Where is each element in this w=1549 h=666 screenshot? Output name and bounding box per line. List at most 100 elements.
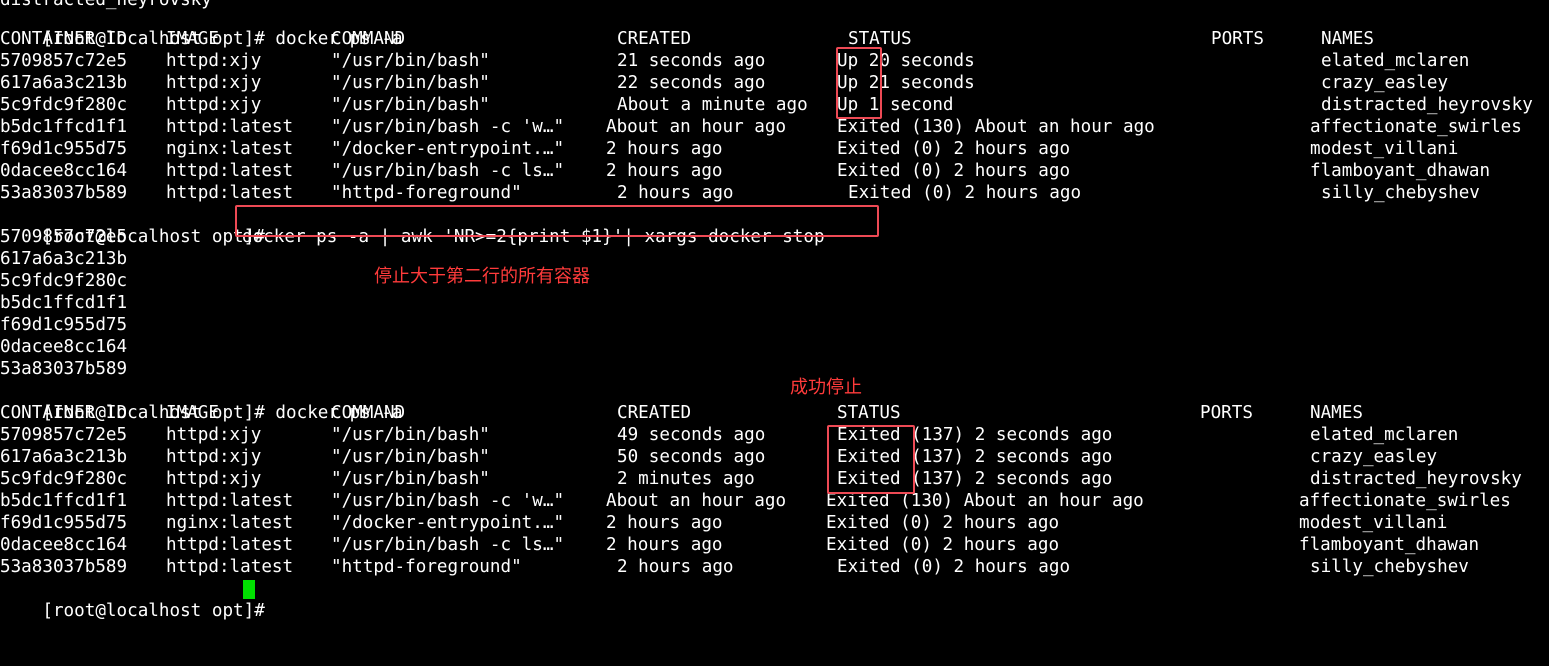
cell-created: 2 hours ago <box>606 139 723 159</box>
highlight-box-up-status <box>836 47 882 119</box>
header-names: NAMES <box>1310 403 1363 423</box>
prompt-line-final[interactable]: [root@localhost opt]# <box>0 578 300 621</box>
cell-created: 49 seconds ago <box>617 425 766 445</box>
cell-container-id: 0dacee8cc164 <box>0 535 128 555</box>
cell-command: "/usr/bin/bash" <box>331 425 490 445</box>
cell-container-id: 5c9fdc9f280c <box>0 469 128 489</box>
cell-command: "httpd-foreground" <box>331 557 522 577</box>
cell-image: httpd:latest <box>166 557 294 577</box>
table-row: 0dacee8cc164 httpd:latest "/usr/bin/bash -… <box>0 160 1549 182</box>
text-cursor <box>243 580 255 599</box>
cell-command: "/usr/bin/bash -c ls…" <box>331 161 565 181</box>
cell-created: 2 minutes ago <box>617 469 755 489</box>
cell-names: crazy_easley <box>1310 447 1438 467</box>
cell-status: Exited (0) 2 hours ago <box>837 557 1071 577</box>
terminal-window[interactable]: distracted_heyrovsky [root@localhost opt… <box>0 0 1549 621</box>
cell-status: Exited (0) 2 hours ago <box>826 535 1060 555</box>
shell-prompt: [root@localhost opt]# <box>42 601 265 621</box>
cell-container-id: 5c9fdc9f280c <box>0 95 128 115</box>
cell-command: "/usr/bin/bash -c 'w…" <box>331 117 565 137</box>
header-image: IMAGE <box>166 29 219 49</box>
cell-names: affectionate_swirles <box>1310 117 1522 137</box>
cell-command: "/usr/bin/bash" <box>331 73 490 93</box>
cell-container-id: 617a6a3c213b <box>0 447 128 467</box>
cell-created: About an hour ago <box>606 491 787 511</box>
cell-created: 21 seconds ago <box>617 51 766 71</box>
cell-status: Exited (0) 2 hours ago <box>826 513 1060 533</box>
cell-names: elated_mclaren <box>1321 51 1470 71</box>
cell-created: 2 hours ago <box>617 183 734 203</box>
prompt-line-1: [root@localhost opt]# docker ps -a <box>0 6 402 49</box>
cell-container-id: f69d1c955d75 <box>0 513 128 533</box>
cell-container-id: 5709857c72e5 <box>0 425 128 445</box>
cell-image: httpd:xjy <box>166 51 262 71</box>
cell-image: httpd:xjy <box>166 73 262 93</box>
stopped-container-id: 617a6a3c213b <box>0 249 128 269</box>
cell-container-id: 53a83037b589 <box>0 183 128 203</box>
cell-created: 2 hours ago <box>606 513 723 533</box>
highlight-box-exited-status <box>827 425 915 494</box>
header-ports: PORTS <box>1200 403 1253 423</box>
cell-image: httpd:latest <box>166 491 294 511</box>
header-created: CREATED <box>617 403 692 423</box>
table-row: 53a83037b589 httpd:latest "httpd-foregroun… <box>0 556 1549 578</box>
table-row: 617a6a3c213b httpd:xjy "/usr/bin/bash" 22 s… <box>0 72 1549 94</box>
cell-created: 2 hours ago <box>606 161 723 181</box>
table-row: 5709857c72e5 httpd:xjy "/usr/bin/bash" 21 s… <box>0 50 1549 72</box>
cell-status: Exited (130) About an hour ago <box>837 117 1155 137</box>
table-row: 617a6a3c213b httpd:xjy "/usr/bin/bash" 50 s… <box>0 446 1549 468</box>
header-command: COMMAND <box>331 29 406 49</box>
cell-created: 2 hours ago <box>606 535 723 555</box>
cell-names: modest_villani <box>1310 139 1459 159</box>
cell-command: "httpd-foreground" <box>331 183 522 203</box>
cell-names: elated_mclaren <box>1310 425 1459 445</box>
header-ports: PORTS <box>1211 29 1264 49</box>
cell-names: distracted_heyrovsky <box>1310 469 1522 489</box>
highlight-box-stop-command <box>235 205 879 237</box>
cell-names: affectionate_swirles <box>1299 491 1511 511</box>
cell-names: distracted_heyrovsky <box>1321 95 1533 115</box>
cell-command: "/usr/bin/bash" <box>331 51 490 71</box>
stopped-container-id: 0dacee8cc164 <box>0 337 128 357</box>
prompt-line-3: [root@localhost opt]# docker ps -a <box>0 380 402 423</box>
cell-created: 50 seconds ago <box>617 447 766 467</box>
cell-container-id: b5dc1ffcd1f1 <box>0 117 128 137</box>
cell-names: silly_chebyshev <box>1310 557 1469 577</box>
header-status: STATUS <box>837 403 901 423</box>
cell-image: nginx:latest <box>166 139 294 159</box>
cell-created: 2 hours ago <box>617 557 734 577</box>
header-container-id: CONTAINER ID <box>0 403 128 423</box>
cell-container-id: 617a6a3c213b <box>0 73 128 93</box>
cell-image: httpd:xjy <box>166 95 262 115</box>
table-row: b5dc1ffcd1f1 httpd:latest "/usr/bin/bash -… <box>0 116 1549 138</box>
cell-names: silly_chebyshev <box>1321 183 1480 203</box>
cell-container-id: 0dacee8cc164 <box>0 161 128 181</box>
cell-image: httpd:xjy <box>166 469 262 489</box>
cell-command: "/usr/bin/bash" <box>331 469 490 489</box>
cell-command: "/usr/bin/bash" <box>331 95 490 115</box>
table-row: 5709857c72e5 httpd:xjy "/usr/bin/bash" 49 s… <box>0 424 1549 446</box>
cell-image: httpd:xjy <box>166 425 262 445</box>
cell-image: httpd:latest <box>166 535 294 555</box>
annotation-stop-containers: 停止大于第二行的所有容器 <box>374 266 590 287</box>
annotation-stopped-success: 成功停止 <box>790 377 862 398</box>
table-row: 5c9fdc9f280c httpd:xjy "/usr/bin/bash" Abou… <box>0 94 1549 116</box>
cell-created: About an hour ago <box>606 117 787 137</box>
table-row: b5dc1ffcd1f1 httpd:latest "/usr/bin/bash -… <box>0 490 1549 512</box>
cell-command: "/usr/bin/bash" <box>331 447 490 467</box>
cell-command: "/docker-entrypoint.…" <box>331 139 565 159</box>
table-row: 5c9fdc9f280c httpd:xjy "/usr/bin/bash" 2 mi… <box>0 468 1549 490</box>
table-row: 0dacee8cc164 httpd:latest "/usr/bin/bash -… <box>0 534 1549 556</box>
stopped-container-id: f69d1c955d75 <box>0 315 128 335</box>
stopped-container-id: b5dc1ffcd1f1 <box>0 293 128 313</box>
header-command: COMMAND <box>331 403 406 423</box>
cell-status: Exited (0) 2 hours ago <box>848 183 1082 203</box>
cell-container-id: b5dc1ffcd1f1 <box>0 491 128 511</box>
cell-image: httpd:latest <box>166 161 294 181</box>
table-row: f69d1c955d75 nginx:latest "/docker-entrypo… <box>0 138 1549 160</box>
cell-names: flamboyant_dhawan <box>1310 161 1491 181</box>
table-header: CONTAINER ID IMAGE COMMAND CREATED STATUS POR… <box>0 28 1549 50</box>
table-row: f69d1c955d75 nginx:latest "/docker-entrypo… <box>0 512 1549 534</box>
prompt-line-2: [root@localhost opt]# docker ps -a | awk … <box>0 204 824 247</box>
header-image: IMAGE <box>166 403 219 423</box>
